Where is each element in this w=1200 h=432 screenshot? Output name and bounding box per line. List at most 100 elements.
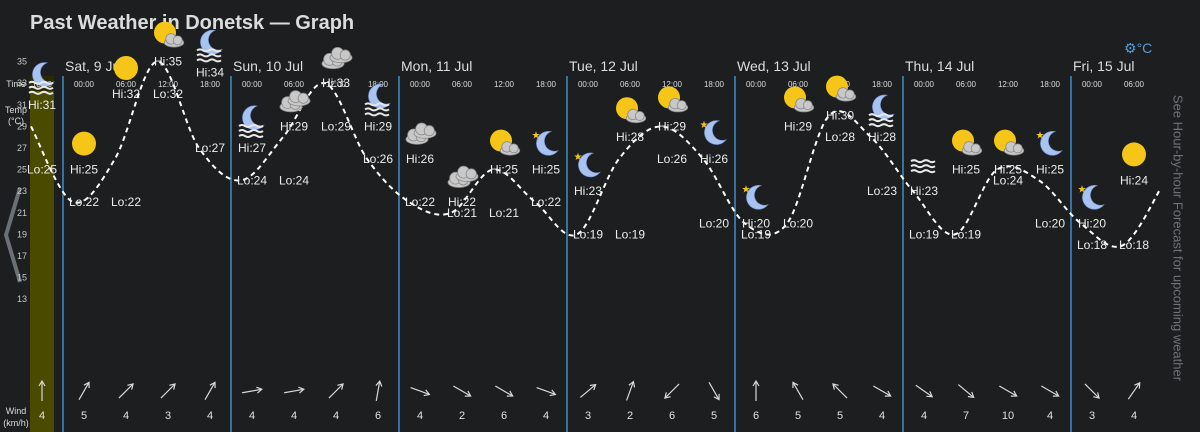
lo-label: Lo:19 <box>951 227 981 241</box>
wind-speed-label: 4 <box>879 410 885 422</box>
y-tick-label: 25 <box>17 165 27 175</box>
wind-arrow-shaft <box>328 384 343 399</box>
wind-arrow-shaft <box>1041 385 1059 397</box>
y-tick-label: 23 <box>17 186 27 196</box>
wind-speed-label: 6 <box>375 410 381 422</box>
wind-arrow-icon <box>242 386 263 394</box>
lo-label: Lo:24 <box>993 173 1023 187</box>
hi-label: Hi:32 <box>112 87 140 101</box>
sun-icon <box>72 131 96 156</box>
cloudy-icon <box>279 90 311 113</box>
wind-speed-label: 4 <box>39 410 45 422</box>
wind-speed-label: 4 <box>333 410 339 422</box>
wind-arrow-icon <box>1127 381 1141 400</box>
hi-label: Hi:33 <box>322 76 350 90</box>
cloud-shape <box>844 89 855 100</box>
cloud-shape <box>297 92 309 104</box>
wind-arrow-shaft <box>1127 383 1140 400</box>
star-shape: ★ <box>1036 131 1045 142</box>
y-tick-label: 31 <box>17 100 27 110</box>
y-tick-label: 35 <box>17 57 27 67</box>
wind-arrow-icon <box>453 385 472 397</box>
hi-label: Hi:20 <box>1078 217 1106 231</box>
time-label: 06:00 <box>956 80 977 89</box>
wind-arrow-shaft <box>204 382 216 400</box>
hi-label: Hi:28 <box>868 130 896 144</box>
hi-label: Hi:25 <box>532 163 560 177</box>
wind-arrow-icon <box>118 383 134 399</box>
hourly-forecast-link-text: See Hour-by-hour Forecast for upcoming w… <box>1170 94 1186 381</box>
lo-label: Lo:22 <box>531 195 561 209</box>
lo-label: Lo:26 <box>657 152 687 166</box>
partly-sunny-icon <box>826 75 857 102</box>
wind-arrow-shaft <box>118 384 133 399</box>
wind-speed-label: 5 <box>795 410 801 422</box>
lo-label: Lo:29 <box>321 119 351 133</box>
wind-speed-label: 3 <box>165 410 171 422</box>
fog-line <box>364 112 390 117</box>
moon-icon: ★ <box>574 152 601 178</box>
fog-line <box>910 159 936 164</box>
fog-icon <box>910 159 936 174</box>
row-label-wind-unit: (km/h) <box>3 418 29 428</box>
lo-label: Lo:32 <box>153 87 183 101</box>
fog-line <box>196 53 222 58</box>
moon-fog-icon <box>238 105 265 138</box>
fog-line <box>868 123 894 128</box>
day-label: Mon, 11 Jul <box>401 58 472 74</box>
lo-label: Lo:19 <box>615 227 645 241</box>
wind-speed-label: 4 <box>543 410 549 422</box>
moon-icon: ★ <box>742 185 769 210</box>
hi-label: Hi:25 <box>1036 163 1064 177</box>
sun-shape <box>114 56 138 80</box>
fog-line <box>238 129 264 133</box>
wind-arrow-icon <box>579 383 597 398</box>
time-label: 06:00 <box>284 80 305 89</box>
cloud-shape <box>508 143 519 154</box>
wind-arrow-shaft <box>495 385 513 397</box>
hi-label: Hi:23 <box>910 184 938 198</box>
star-shape: ★ <box>532 131 541 142</box>
wind-arrow-icon <box>536 387 557 397</box>
partly-sunny-icon <box>616 97 647 124</box>
cloudy-icon <box>321 46 353 70</box>
wind-arrow-icon <box>664 383 680 399</box>
lo-label: Lo:25 <box>27 163 57 177</box>
time-label: 12:00 <box>998 80 1019 89</box>
y-tick-label: 21 <box>17 208 27 218</box>
time-label: 06:00 <box>620 80 641 89</box>
lo-label: Lo:27 <box>195 141 225 155</box>
time-label: 18:00 <box>872 80 893 89</box>
moon-fog-icon <box>868 94 895 128</box>
hourly-forecast-link[interactable]: See Hour-by-hour Forecast for upcoming w… <box>1160 60 1196 415</box>
wind-arrow-icon <box>626 380 636 401</box>
time-label: 00:00 <box>74 80 95 89</box>
wind-arrow-shaft <box>665 383 680 398</box>
wind-arrow-shaft <box>579 384 596 398</box>
wind-arrow-shaft <box>915 384 932 397</box>
time-label: 00:00 <box>746 80 767 89</box>
wind-speed-label: 3 <box>1089 410 1095 422</box>
y-tick-label: 15 <box>17 273 27 283</box>
wind-speed-label: 7 <box>963 410 969 422</box>
wind-arrow-icon <box>708 382 720 401</box>
wind-arrow-shaft <box>957 384 974 398</box>
lo-label: Lo:20 <box>1035 217 1065 231</box>
lo-label: Lo:22 <box>111 195 141 209</box>
fog-line <box>868 118 894 123</box>
wind-arrow-icon <box>832 383 848 399</box>
y-tick-label: 33 <box>17 78 27 88</box>
wind-arrow-icon <box>160 383 176 399</box>
wind-arrow-shaft <box>453 385 471 397</box>
star-shape: ★ <box>700 120 709 131</box>
wind-arrow-icon <box>495 385 514 397</box>
fog-line <box>196 58 222 63</box>
hi-label: Hi:26 <box>406 152 434 166</box>
wind-arrow-shaft <box>1084 383 1099 398</box>
day-label: Wed, 13 Jul <box>737 58 811 74</box>
wind-arrow-shaft <box>792 382 804 400</box>
sun-icon <box>1122 142 1146 167</box>
fog-line <box>910 169 936 174</box>
wind-arrow-icon <box>1084 383 1100 399</box>
cloud-shape <box>676 100 687 111</box>
